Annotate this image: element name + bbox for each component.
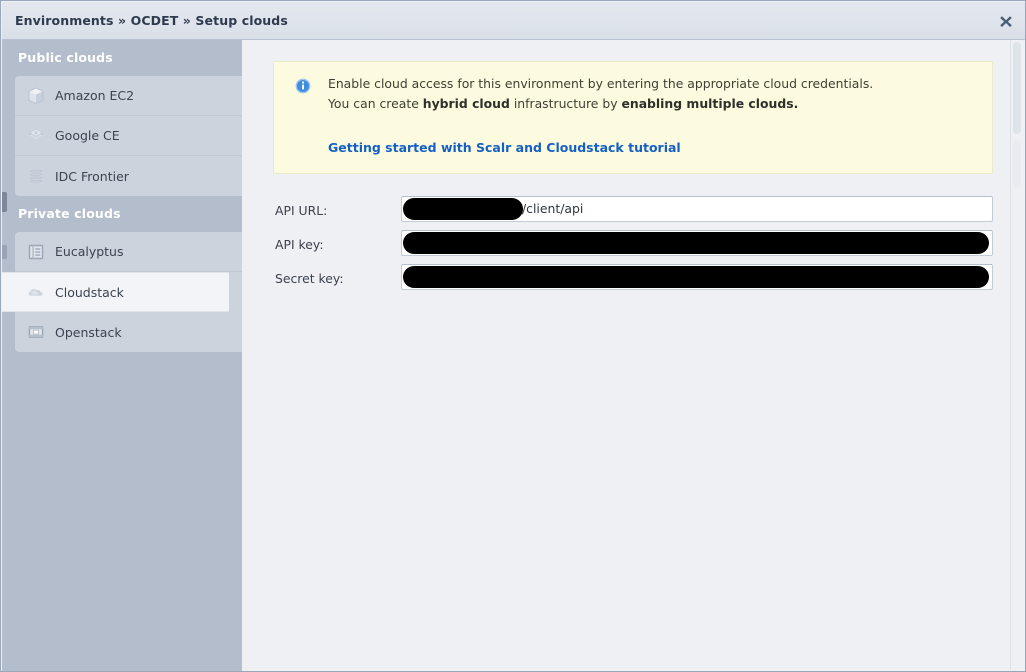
form-row-api-url: API URL: /client/api — [273, 196, 993, 228]
layers-icon — [26, 166, 46, 186]
cloud-icon — [26, 282, 46, 302]
document-icon — [26, 242, 46, 262]
tutorial-link[interactable]: Getting started with Scalr and Cloudstac… — [328, 140, 681, 155]
sidebar-item-label: Eucalyptus — [55, 244, 124, 259]
secret-key-label: Secret key: — [275, 271, 344, 286]
info-icon — [295, 78, 311, 94]
api-url-input[interactable]: /client/api — [401, 196, 993, 222]
cube-icon — [26, 86, 46, 106]
sidebar-item-label: Openstack — [55, 324, 122, 340]
sidebar-item-amazon-ec2[interactable]: Amazon EC2 — [15, 76, 242, 116]
notice-line-2-bold-2: enabling multiple clouds. — [621, 96, 799, 111]
window-titlebar: Environments » OCDET » Setup clouds — [2, 2, 1025, 40]
vertical-scrollbar[interactable] — [1010, 40, 1024, 670]
api-key-redaction — [403, 232, 989, 254]
sidebar-item-eucalyptus[interactable]: Eucalyptus — [15, 232, 242, 272]
notice-line-1: Enable cloud access for this environment… — [328, 76, 874, 91]
api-url-redaction — [403, 198, 523, 220]
close-icon[interactable] — [995, 10, 1017, 32]
notice-line-2-mid: infrastructure by — [509, 96, 622, 111]
scrollbar-thumb[interactable] — [1013, 42, 1021, 134]
cloud-setup-panel: Enable cloud access for this environment… — [242, 40, 1024, 670]
setup-clouds-window: Environments » OCDET » Setup clouds Publ… — [0, 0, 1026, 672]
notice-line-2-bold-1: hybrid cloud — [422, 96, 510, 111]
hexagon-stack-icon — [26, 126, 46, 146]
form-row-secret-key: Secret key: — [273, 264, 993, 296]
info-notice: Enable cloud access for this environment… — [273, 61, 993, 174]
api-key-label: API key: — [275, 237, 324, 252]
sidebar-item-google-ce[interactable]: Google CE — [15, 116, 242, 156]
secret-key-redaction — [403, 266, 989, 288]
credentials-form: API URL: /client/api API key: Secret key… — [273, 196, 993, 298]
sidebar-edge-notch — [2, 192, 7, 212]
sidebar-edge-notch-secondary — [2, 245, 7, 259]
sidebar-item-label: IDC Frontier — [55, 168, 129, 184]
sidebar-item-label: Google CE — [55, 128, 120, 143]
api-url-label: API URL: — [275, 203, 328, 218]
public-clouds-list: Amazon EC2 Google CE IDC Frontier — [15, 76, 242, 196]
sidebar-item-label: Amazon EC2 — [55, 88, 135, 103]
api-url-value: /client/api — [522, 201, 584, 216]
notice-line-2: You can create hybrid cloud infrastructu… — [328, 94, 980, 114]
sidebar-item-idc-frontier[interactable]: IDC Frontier — [15, 156, 242, 196]
scrollbar-thumb-secondary[interactable] — [1013, 140, 1021, 188]
form-row-api-key: API key: — [273, 230, 993, 262]
sidebar-item-openstack[interactable]: Openstack — [15, 312, 242, 352]
sidebar-group-private-clouds: Private clouds — [18, 206, 121, 221]
private-clouds-list: Eucalyptus Cloudstack Openstack — [2, 232, 242, 352]
secret-key-input[interactable] — [401, 264, 993, 290]
notice-text: Enable cloud access for this environment… — [328, 74, 980, 114]
clouds-sidebar: Public clouds Amazon EC2 Google CE IDC F… — [2, 40, 242, 671]
api-key-input[interactable] — [401, 230, 993, 256]
sidebar-group-public-clouds: Public clouds — [18, 50, 113, 65]
notice-line-2-pre: You can create — [328, 96, 423, 111]
breadcrumb-title: Environments » OCDET » Setup clouds — [15, 13, 288, 28]
sidebar-item-label: Cloudstack — [55, 284, 124, 300]
sidebar-item-cloudstack[interactable]: Cloudstack — [2, 272, 229, 312]
server-icon — [26, 322, 46, 342]
